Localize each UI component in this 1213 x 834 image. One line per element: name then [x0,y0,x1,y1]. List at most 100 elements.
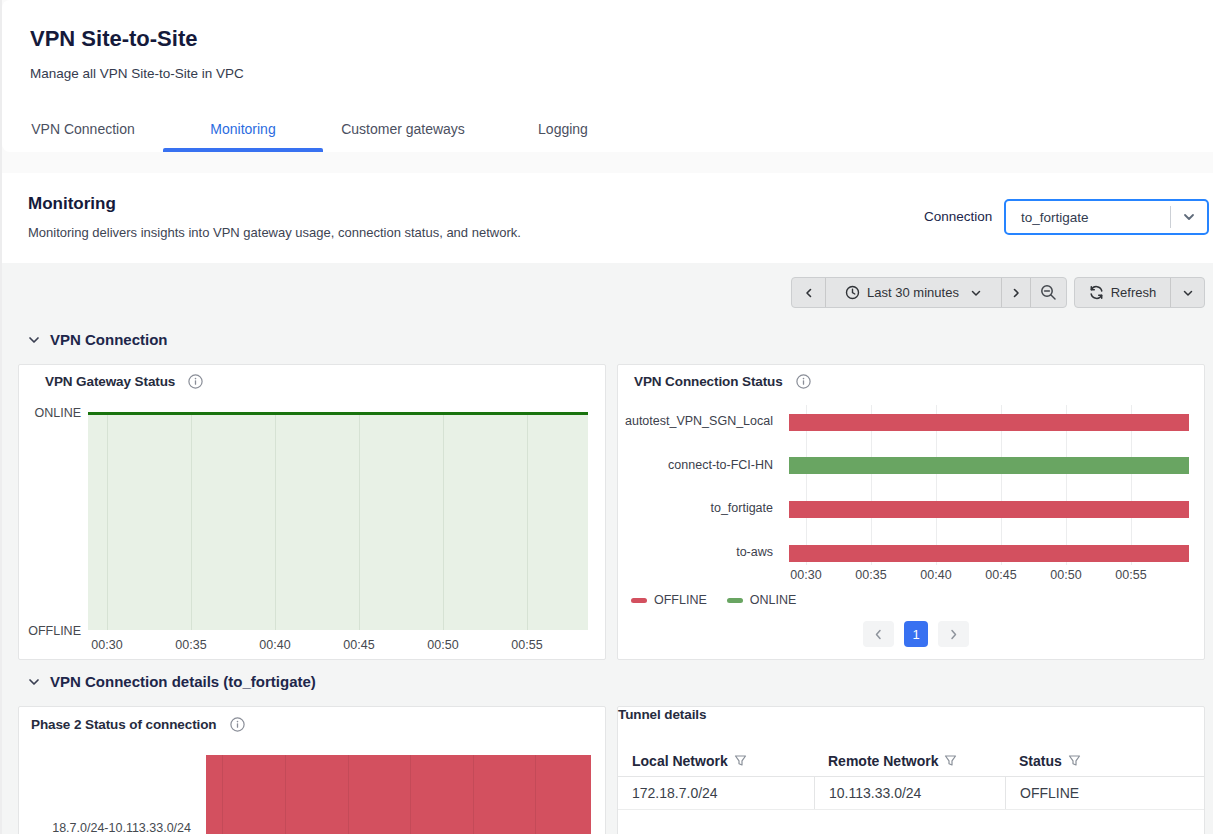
column-header-remote-network: Remote Network [814,745,1005,776]
column-header-local-network: Local Network [618,745,814,776]
time-back-button[interactable] [792,278,825,307]
pagination-page-1[interactable]: 1 [904,621,928,647]
gridline [285,755,286,834]
section-vpn-connection-details[interactable]: VPN Connection details (to_fortigate) [28,673,316,690]
monitoring-description: Monitoring delivers insights into VPN ga… [28,225,521,240]
bar-category-label: to-aws [618,545,773,559]
info-icon[interactable] [796,374,811,389]
offline-dash-icon [631,598,647,603]
active-tab-underline [163,148,323,152]
monitoring-title: Monitoring [28,194,116,214]
legend-offline[interactable]: OFFLINE [631,593,707,607]
gridline [275,415,276,630]
chevron-down-icon [28,676,40,688]
bar-category-label: to_fortigate [618,501,773,515]
chevron-down-icon [28,334,40,346]
vpn-site-to-site-page: VPN Site-to-Site Manage all VPN Site-to-… [2,0,1213,834]
x-tick-label: 00:30 [83,638,131,652]
refresh-icon [1089,285,1104,300]
clock-icon [845,285,860,300]
chevron-down-icon[interactable] [1171,210,1207,224]
bar-category-label: autotest_VPN_SGN_Local [618,414,773,428]
status-bar-offline [789,501,1189,518]
tab-logging[interactable]: Logging [483,106,643,152]
gridline [527,415,528,630]
x-tick-label: 00:55 [503,638,551,652]
monitoring-header-band: Monitoring Monitoring delivers insights … [2,173,1213,263]
x-tick-label: 00:35 [847,568,895,582]
chevron-down-icon [1182,287,1194,299]
refresh-label: Refresh [1111,285,1157,300]
zoom-out-icon [1040,284,1057,301]
x-tick-label: 00:40 [251,638,299,652]
phase2-category-label: 18.7.0/24-10.113.33.0/24 [25,821,191,834]
page-subtitle: Manage all VPN Site-to-Site in VPC [30,66,244,81]
x-tick-label: 00:30 [782,568,830,582]
chart-title: VPN Connection Status [634,374,783,389]
chart-pagination: 1 [863,621,969,647]
chevron-down-icon [970,287,982,299]
gateway-status-area-chart [88,412,588,630]
x-tick-label: 00:35 [167,638,215,652]
info-icon[interactable] [188,374,203,389]
time-range-label: Last 30 minutes [867,285,959,300]
page-title: VPN Site-to-Site [30,26,197,52]
gridline [410,755,411,834]
bar-category-label: connect-to-FCI-HN [618,458,773,472]
cell-status: OFFLINE [1005,777,1200,809]
filter-icon [734,754,747,767]
gridline [473,755,474,834]
zoom-out-button[interactable] [1030,278,1066,307]
tab-bar: VPN Connection Monitoring Customer gatew… [3,106,643,152]
x-tick-label: 00:45 [335,638,383,652]
vpn-gateway-status-card: VPN Gateway Status ONLINE OFFLINE 00:30 0… [18,364,606,660]
tunnel-table: Local Network Remote Network Status 172.… [618,745,1204,810]
y-label-offline: OFFLINE [21,624,81,638]
refresh-toolbar: Refresh [1074,277,1205,308]
table-row: 172.18.7.0/24 10.113.33.0/24 OFFLINE [618,777,1204,810]
section-vpn-connection[interactable]: VPN Connection [28,331,168,348]
x-tick-label: 00:50 [419,638,467,652]
chart-title: VPN Gateway Status [45,374,175,389]
chart-title: Phase 2 Status of connection [31,717,217,732]
gridline [107,415,108,630]
x-tick-label: 00:45 [977,568,1025,582]
x-tick-label: 00:40 [912,568,960,582]
filter-icon [1068,754,1081,767]
connection-label: Connection [924,209,992,224]
status-bar-offline [789,545,1189,562]
tab-vpn-connection[interactable]: VPN Connection [3,106,163,152]
vpn-connection-status-card: VPN Connection Status 00:30 00:35 00:40 00:… [617,364,1205,660]
filter-icon [944,754,957,767]
gridline [222,755,223,834]
status-bar-online [789,457,1189,474]
online-dash-icon [727,598,743,603]
section-title: VPN Connection [50,331,168,348]
gridline [348,755,349,834]
connection-select[interactable]: to_fortigate [1004,199,1209,235]
gridline [535,755,536,834]
refresh-button[interactable]: Refresh [1075,278,1170,307]
info-icon[interactable] [230,717,245,732]
pagination-next-button[interactable] [938,621,969,647]
tunnel-details-card: Tunnel details Local Network Remote Netw… [617,706,1205,834]
time-forward-button[interactable] [1001,278,1030,307]
refresh-interval-dropdown[interactable] [1170,278,1204,307]
tab-customer-gateways[interactable]: Customer gateways [323,106,483,152]
gridline [359,415,360,630]
time-range-picker-button[interactable]: Last 30 minutes [825,278,1001,307]
phase2-status-card: Phase 2 Status of connection 18.7.0/24-1… [18,706,606,834]
time-range-toolbar: Last 30 minutes [791,277,1067,308]
x-tick-label: 00:55 [1107,568,1155,582]
cell-local-network: 172.18.7.0/24 [618,777,814,809]
pagination-prev-button[interactable] [863,621,894,647]
gridline [443,415,444,630]
phase2-status-bar [206,755,591,834]
status-bar-offline [789,414,1189,431]
gridline [191,415,192,630]
y-label-online: ONLINE [21,406,81,420]
section-title: VPN Connection details (to_fortigate) [50,673,316,690]
tab-monitoring[interactable]: Monitoring [163,106,323,152]
monitoring-content: Last 30 minutes Refresh VPN Connection [2,263,1213,834]
legend-online[interactable]: ONLINE [727,593,797,607]
